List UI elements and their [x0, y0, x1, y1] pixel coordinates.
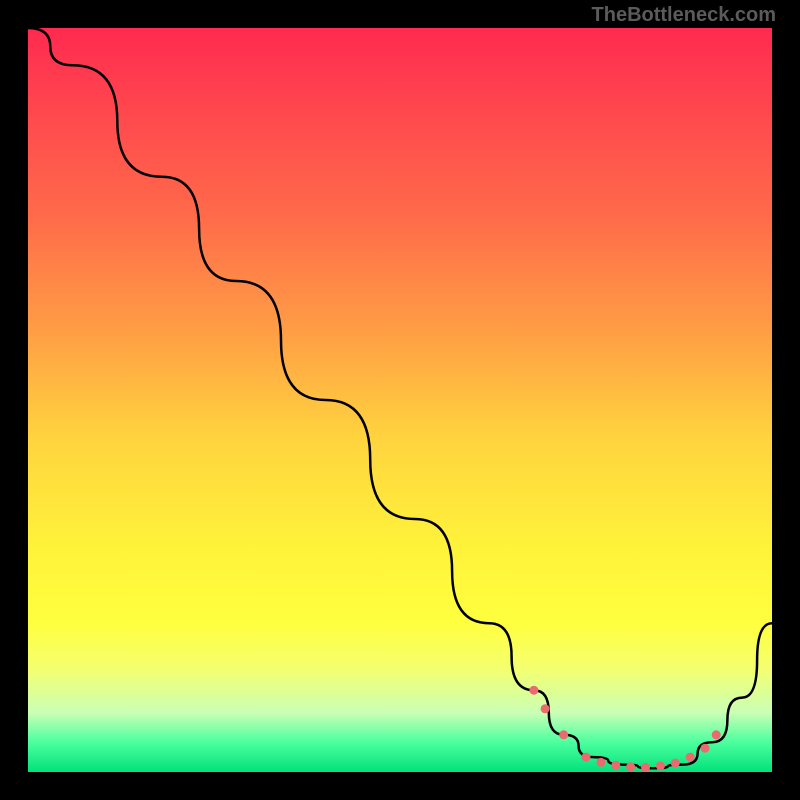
marker-dot [582, 753, 591, 762]
highlight-markers [529, 686, 720, 772]
plot-area [28, 28, 772, 772]
chart-svg [28, 28, 772, 772]
marker-dot [529, 686, 538, 695]
chart-container: TheBottleneck.com [0, 0, 800, 800]
marker-dot [701, 744, 710, 753]
marker-dot [611, 761, 620, 770]
marker-dot [712, 730, 721, 739]
bottleneck-curve-path [28, 28, 772, 768]
marker-dot [686, 753, 695, 762]
marker-dot [626, 762, 635, 771]
marker-dot [671, 759, 680, 768]
marker-dot [559, 730, 568, 739]
marker-dot [656, 762, 665, 771]
marker-dot [596, 758, 605, 767]
marker-dot [541, 704, 550, 713]
attribution-label: TheBottleneck.com [592, 4, 776, 27]
marker-dot [641, 763, 650, 772]
